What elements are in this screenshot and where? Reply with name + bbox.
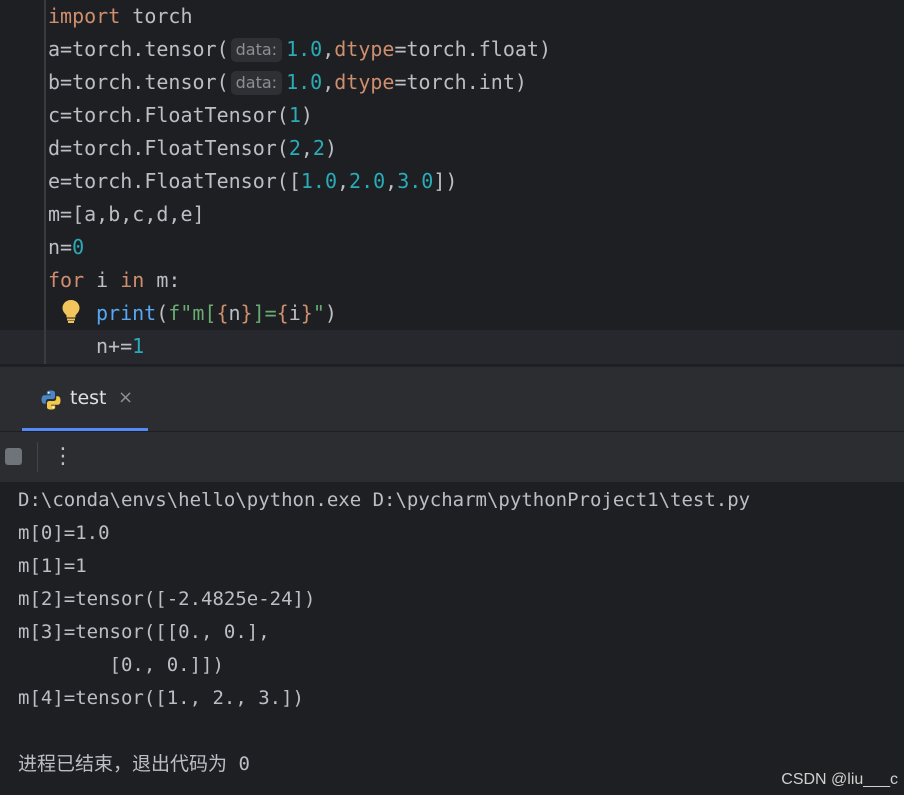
number-literal: 2 <box>288 136 301 160</box>
keyword-argument: dtype <box>334 70 395 94</box>
keyword: for <box>48 268 85 292</box>
code-editor[interactable]: import torch a=torch.tensor(data: 1.0,dty… <box>0 0 904 364</box>
code-text: n+= <box>96 334 133 358</box>
fstring-brace: } <box>300 301 313 325</box>
code-text: c=torch.FloatTensor( <box>48 103 289 127</box>
number-literal: 1 <box>288 103 301 127</box>
code-text: =torch.float) <box>394 37 551 61</box>
number-literal: 2 <box>312 136 325 160</box>
console-line: D:\conda\envs\hello\python.exe D:\pychar… <box>18 489 751 511</box>
run-tab-test[interactable]: test × <box>22 367 148 431</box>
console-line: [0., 0.]]) <box>18 654 224 676</box>
fstring-brace: { <box>276 301 289 325</box>
code-text: ]) <box>433 169 458 193</box>
code-line-b[interactable]: b=torch.tensor(data: 1.0,dtype=torch.int) <box>48 66 527 99</box>
watermark: CSDN @liu___c <box>781 771 898 788</box>
number-literal: 1 <box>132 334 145 358</box>
console-output[interactable]: D:\conda\envs\hello\python.exe D:\pychar… <box>0 482 904 795</box>
lightbulb-icon[interactable] <box>60 298 82 324</box>
code-text: , <box>322 37 335 61</box>
string-literal: " <box>312 301 325 325</box>
string-literal: ]= <box>252 301 277 325</box>
number-literal: 1.0 <box>286 37 323 61</box>
code-text: a=torch.tensor( <box>48 37 229 61</box>
exit-status-line: 进程已结束，退出代码为 0 <box>18 753 250 775</box>
code-text: m: <box>144 268 181 292</box>
console-line: m[1]=1 <box>18 555 87 577</box>
code-line-a[interactable]: a=torch.tensor(data: 1.0,dtype=torch.floa… <box>48 33 551 66</box>
run-tool-window-header: test × <box>0 366 904 431</box>
parameter-hint: data: <box>230 38 283 62</box>
fstring-brace: } <box>240 301 253 325</box>
code-text: , <box>337 169 350 193</box>
code-text: m=[a,b,c,d,e] <box>48 202 205 226</box>
code-text: e=torch.FloatTensor([ <box>48 169 301 193</box>
code-text: ) <box>324 136 338 160</box>
close-icon[interactable]: × <box>118 387 133 408</box>
run-tab-label: test <box>70 387 107 409</box>
code-text: , <box>385 169 398 193</box>
stop-icon[interactable] <box>5 448 22 465</box>
code-line-e[interactable]: e=torch.FloatTensor([1.0,2.0,3.0]) <box>48 165 457 198</box>
gutter-indent-guide <box>44 0 46 364</box>
keyword-argument: dtype <box>334 37 395 61</box>
code-line-d[interactable]: d=torch.FloatTensor(2,2) <box>48 132 337 165</box>
console-line: m[2]=tensor([-2.4825e-24]) <box>18 588 316 610</box>
code-text: b=torch.tensor( <box>48 70 229 94</box>
code-text: n= <box>48 235 73 259</box>
code-text: ( <box>156 301 169 325</box>
code-text: n <box>228 301 241 325</box>
toolbar-divider <box>37 442 38 472</box>
code-line-print[interactable]: print(f"m[{n}]={i}") <box>96 297 337 330</box>
code-line-increment[interactable]: n+=1 <box>96 330 144 363</box>
code-line-import[interactable]: import torch <box>48 0 193 33</box>
number-literal: 3.0 <box>397 169 434 193</box>
function-name: print <box>96 301 157 325</box>
code-text: ) <box>300 103 313 127</box>
parameter-hint: data: <box>230 71 283 95</box>
code-text: i <box>84 268 121 292</box>
number-literal: 1.0 <box>300 169 337 193</box>
console-line: m[0]=1.0 <box>18 522 110 544</box>
code-line-c[interactable]: c=torch.FloatTensor(1) <box>48 99 313 132</box>
code-text: ) <box>324 301 337 325</box>
keyword: import <box>48 4 121 28</box>
code-text: , <box>322 70 335 94</box>
code-text: d=torch.FloatTensor( <box>48 136 289 160</box>
code-line-n[interactable]: n=0 <box>48 231 84 264</box>
code-line-for[interactable]: for i in m: <box>48 264 180 297</box>
python-icon <box>41 390 61 410</box>
console-line: m[4]=tensor([1., 2., 3.]) <box>18 687 304 709</box>
code-text: , <box>300 136 313 160</box>
more-vertical-icon[interactable]: ⋮ <box>52 440 74 474</box>
console-line: m[3]=tensor([[0., 0.], <box>18 621 270 643</box>
code-line-m[interactable]: m=[a,b,c,d,e] <box>48 198 205 231</box>
code-text: =torch.int) <box>394 70 527 94</box>
code-text: torch <box>120 4 193 28</box>
run-toolbar: ⋮ <box>0 431 904 482</box>
number-literal: 0 <box>72 235 85 259</box>
string-literal: f"m[ <box>168 301 217 325</box>
number-literal: 1.0 <box>286 70 323 94</box>
number-literal: 2.0 <box>349 169 386 193</box>
fstring-brace: { <box>216 301 229 325</box>
keyword: in <box>120 268 145 292</box>
code-text: i <box>288 301 301 325</box>
